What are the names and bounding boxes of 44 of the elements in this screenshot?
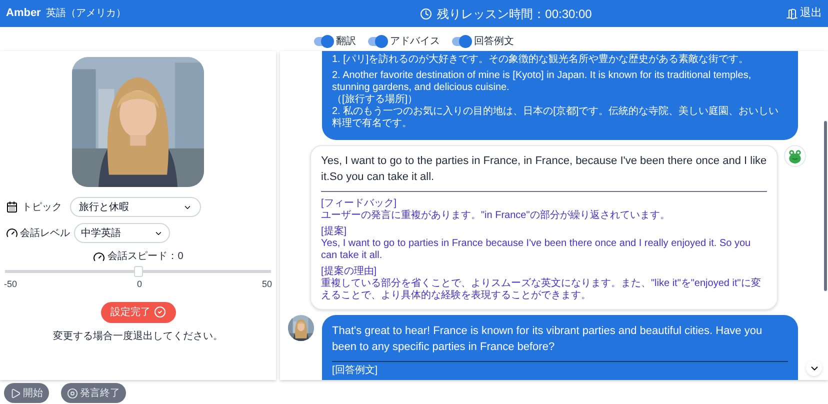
message-line: 2. Another favorite destination of mine is [Kyoto] in Japan. It is known for its traditional temples, stunning gardens, and delicious cuisine.	[332, 70, 752, 94]
topic-select[interactable]: 旅行と休暇	[70, 197, 201, 217]
level-select[interactable]: 中学英語	[74, 223, 170, 243]
settings-note: 変更する場合一度退出してください。	[53, 330, 223, 344]
toggle-label: 回答例文	[474, 34, 514, 48]
toggle-switch[interactable]	[368, 36, 386, 46]
feedback-line: Yes, I want to go to parties in France because I've been there once and I really enjoyed it. So you can take it all.	[321, 238, 752, 262]
message-text: Yes, I want to go to the parties in France, in France, because I've been there once and I like it.So you can take it all.	[321, 154, 767, 185]
play-icon	[10, 388, 21, 398]
toggle-label: 翻訳	[336, 34, 356, 48]
speed-label: 会話スピード：0	[108, 250, 184, 264]
frog-icon	[784, 145, 806, 167]
message-text: That's great to hear! France is known for its vibrant parties and beautiful cities. Have you been to any specific parties in France before?	[332, 324, 764, 355]
stop-icon	[67, 388, 78, 398]
exit-button[interactable]: 退出	[786, 5, 822, 22]
language-label: 英語（アメリカ）	[46, 6, 126, 21]
calendar-icon	[6, 201, 18, 213]
toggle-label: アドバイス	[390, 34, 440, 48]
tutor-name: Amber	[6, 6, 41, 22]
clock-icon	[420, 8, 432, 20]
scrollbar-thumb[interactable]	[824, 121, 827, 291]
topic-label: トピック	[22, 200, 63, 214]
slider-max: 50	[262, 278, 272, 291]
door-icon	[786, 8, 798, 20]
level-label: 会話レベル	[20, 226, 71, 240]
confirm-settings-button[interactable]: 設定完了	[100, 302, 176, 322]
slider-thumb[interactable]	[134, 266, 143, 277]
slider-min: -50	[4, 278, 18, 291]
feedback-line: [提案]	[321, 226, 348, 238]
toggle-switch[interactable]	[452, 36, 470, 46]
slider-mid: 0	[136, 278, 142, 291]
feedback-line: [提案の理由]	[321, 266, 378, 278]
feedback-line: [フィードバック]	[321, 198, 398, 210]
speed-icon	[92, 250, 105, 262]
toggle-switch[interactable]	[314, 36, 332, 46]
message-line: 2. 私のもう一つのお気に入りの目的地は、日本の[京都]です。伝統的な寺院、美しい庭園、おいしい料理で有名です。	[332, 106, 780, 130]
feedback-line: ユーザーの発言に重複があります。"in France"の部分が繰り返されています。	[321, 210, 671, 222]
feedback-line: 重複している部分を省くことで、よりスムーズな英文になります。また、"like it"を"enjoyed it"に変えることで、より具体的な経験を表現することができます。	[321, 278, 762, 302]
message-line: （[旅行する場所]）	[332, 94, 419, 106]
message-line: [回答例文]	[332, 365, 379, 377]
remaining-time: 残りレッスン時間：00:30:00	[437, 6, 592, 22]
gauge-icon	[6, 227, 18, 239]
check-circle-icon	[154, 306, 166, 318]
message-line: 1. [パリ]を訪れるのが大好きです。その象徴的な観光名所や豊かな歴史がある素敵な街です。	[332, 54, 750, 66]
